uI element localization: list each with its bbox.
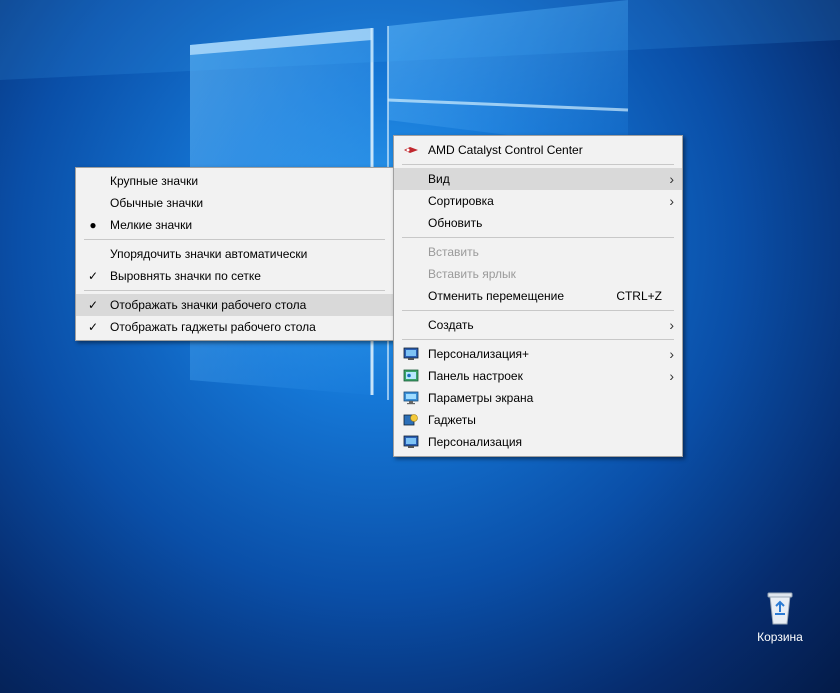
show-desktop-icons-item[interactable]: ✓ Отображать значки рабочего стола [76,294,393,316]
paste-shortcut-item[interactable]: Вставить ярлык [394,263,682,285]
medium-icons-item[interactable]: Обычные значки [76,192,393,214]
paste-label: Вставить [428,245,479,259]
amd-catalyst-item[interactable]: AMD Catalyst Control Center [394,139,682,161]
personalization-label: Персонализация [428,435,523,449]
show-gadgets-item[interactable]: ✓ Отображать гаджеты рабочего стола [76,316,393,338]
gadgets-icon [403,414,418,426]
chevron-right-icon: › [669,346,674,362]
gadgets-item[interactable]: Гаджеты [394,409,682,431]
amd-catalyst-label: AMD Catalyst Control Center [428,143,583,157]
radio-bullet-icon: ● [89,218,97,232]
undo-shortcut-key: CTRL+Z [616,289,662,303]
show-desktop-icons-label: Отображать значки рабочего стола [110,298,307,312]
display-settings-item[interactable]: Параметры экрана [394,387,682,409]
settings-panel-item[interactable]: Панель настроек › [394,365,682,387]
align-to-grid-label: Выровнять значки по сетке [110,269,261,283]
recycle-bin-shortcut[interactable]: Корзина [748,590,812,650]
auto-arrange-item[interactable]: Упорядочить значки автоматически [76,243,393,265]
checkmark-icon: ✓ [87,298,99,312]
view-item[interactable]: Вид › [394,168,682,190]
display-settings-label: Параметры экрана [428,391,534,405]
personalization-icon [403,347,419,360]
separator [84,239,385,240]
undo-move-item[interactable]: Отменить перемещение CTRL+Z [394,285,682,307]
view-label: Вид [428,172,450,186]
personalization-plus-item[interactable]: Персонализация+ › [394,343,682,365]
gadgets-label: Гаджеты [428,413,476,427]
refresh-label: Обновить [428,216,483,230]
chevron-right-icon: › [669,317,674,333]
checkmark-icon: ✓ [87,269,99,283]
view-submenu: Крупные значки Обычные значки ● Мелкие з… [75,167,394,341]
amd-catalyst-icon [404,147,418,153]
medium-icons-label: Обычные значки [110,196,204,210]
settings-panel-label: Панель настроек [428,369,523,383]
paste-item[interactable]: Вставить [394,241,682,263]
large-icons-label: Крупные значки [110,174,199,188]
chevron-right-icon: › [669,193,674,209]
separator [402,237,674,238]
undo-move-label: Отменить перемещение [428,289,565,303]
small-icons-label: Мелкие значки [110,218,193,232]
sort-item[interactable]: Сортировка › [394,190,682,212]
chevron-right-icon: › [669,171,674,187]
sort-label: Сортировка [428,194,494,208]
personalization-plus-label: Персонализация+ [428,347,530,361]
separator [84,290,385,291]
personalization-item[interactable]: Персонализация [394,431,682,453]
control-panel-icon [403,369,419,382]
large-icons-item[interactable]: Крупные значки [76,170,393,192]
separator [402,310,674,311]
separator [402,339,674,340]
create-label: Создать [428,318,474,332]
separator [402,164,674,165]
desktop-context-menu: AMD Catalyst Control Center Вид › Сортир… [393,135,683,457]
display-icon [403,391,419,405]
recycle-bin-label: Корзина [757,630,803,644]
create-item[interactable]: Создать › [394,314,682,336]
refresh-item[interactable]: Обновить [394,212,682,234]
recycle-bin-icon [767,592,793,625]
align-to-grid-item[interactable]: ✓ Выровнять значки по сетке [76,265,393,287]
personalization-icon [403,435,419,448]
chevron-right-icon: › [669,368,674,384]
auto-arrange-label: Упорядочить значки автоматически [110,247,308,261]
checkmark-icon: ✓ [87,320,99,334]
paste-shortcut-label: Вставить ярлык [428,267,516,281]
show-gadgets-label: Отображать гаджеты рабочего стола [110,320,316,334]
small-icons-item[interactable]: ● Мелкие значки [76,214,393,236]
